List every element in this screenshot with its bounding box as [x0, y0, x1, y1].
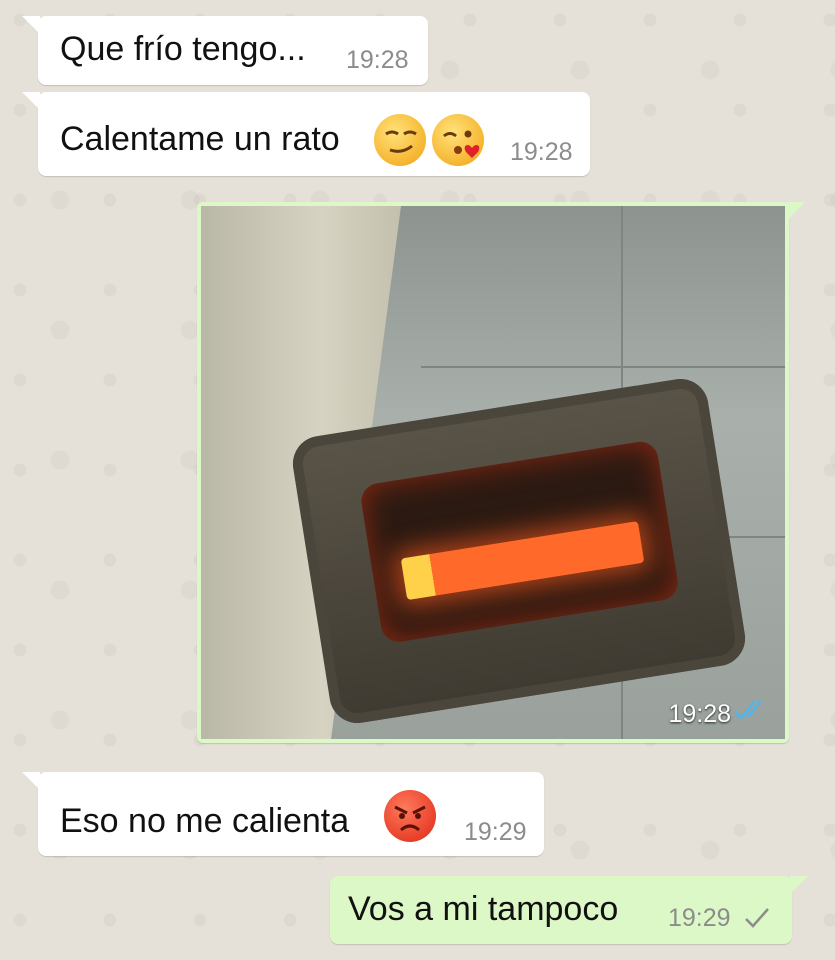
- outgoing-photo-message[interactable]: 19:28: [197, 202, 805, 743]
- message-text: Vos a mi tampoco: [348, 890, 619, 928]
- photo-time: 19:28: [668, 700, 731, 728]
- angry-face-emoji-icon: [384, 790, 436, 842]
- double-check-read-icon: [733, 698, 771, 729]
- message-time: 19:28: [346, 46, 409, 74]
- message-time: 19:28: [510, 138, 573, 166]
- message-text: Que frío tengo...: [60, 30, 306, 68]
- heater-photo[interactable]: 19:28: [201, 206, 785, 739]
- incoming-message-2[interactable]: Calentame un rato 19:28: [22, 92, 590, 176]
- photo-floor-line: [421, 366, 785, 368]
- incoming-message-3[interactable]: Eso no me calienta 19:29: [22, 772, 544, 856]
- heater-glow: [400, 521, 645, 601]
- incoming-message-1[interactable]: Que frío tengo... 19:28: [22, 16, 428, 85]
- heater-grill: [358, 439, 681, 645]
- smirking-face-emoji-icon: [374, 114, 426, 166]
- single-check-sent-icon: [744, 906, 770, 937]
- message-text: Eso no me calienta: [60, 802, 350, 840]
- outgoing-message[interactable]: Vos a mi tampoco 19:29: [330, 876, 808, 944]
- message-time: 19:29: [668, 904, 731, 932]
- message-time: 19:29: [464, 818, 527, 846]
- message-text: Calentame un rato: [60, 120, 340, 158]
- face-blowing-kiss-emoji-icon: [432, 114, 484, 166]
